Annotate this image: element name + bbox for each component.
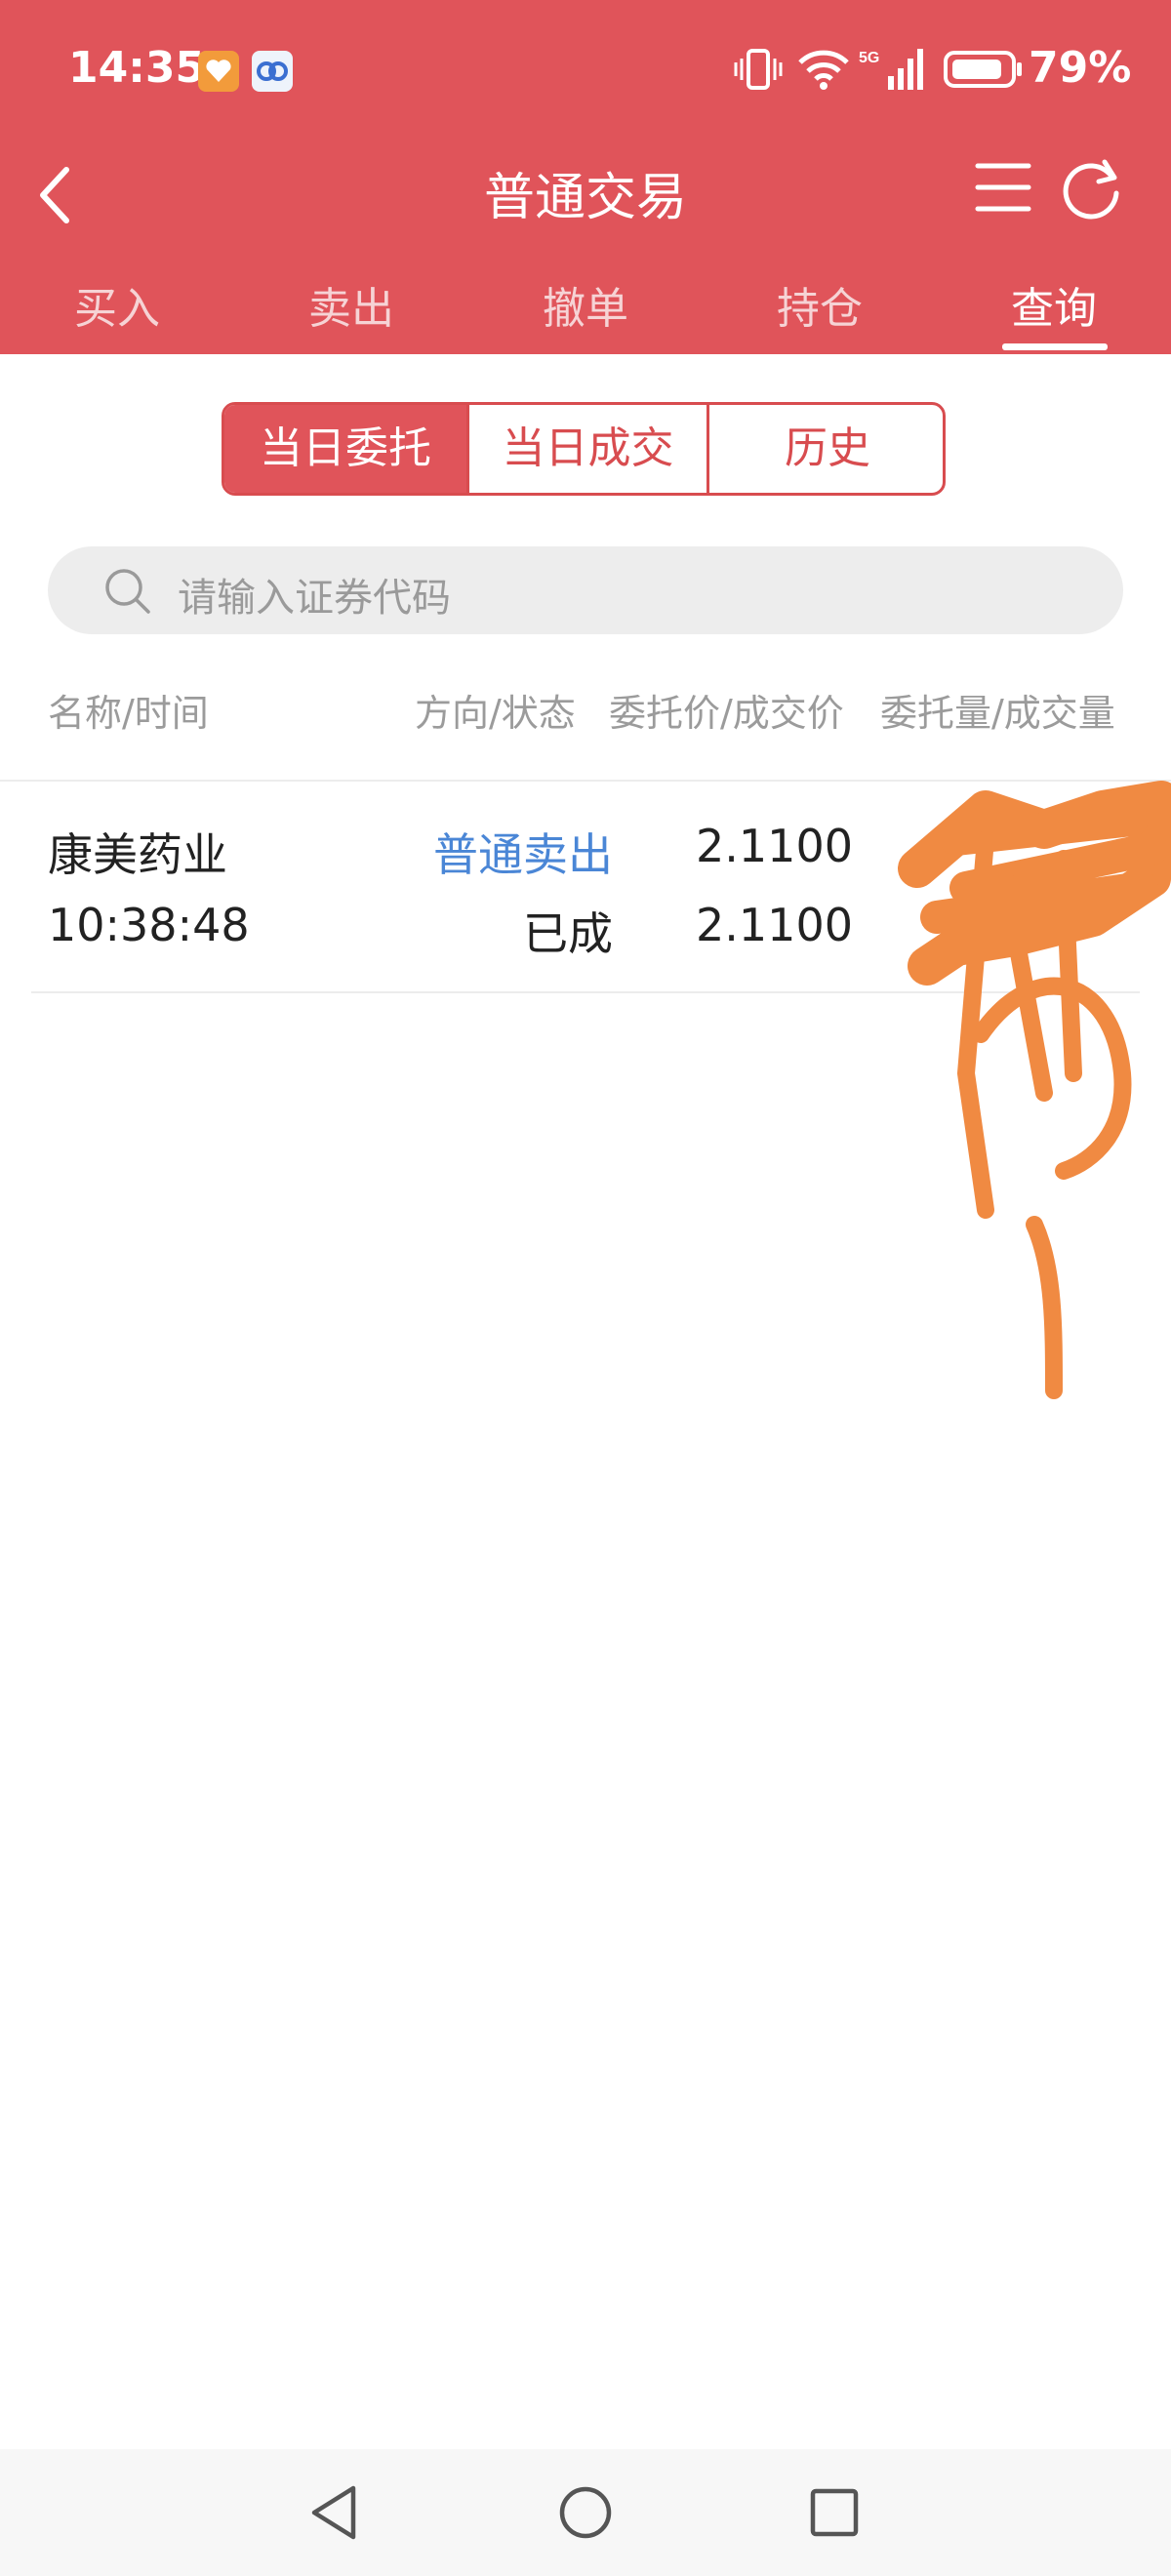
- column-header-name-time: 名称/时间: [48, 692, 209, 735]
- segment-today-deals[interactable]: 当日成交: [469, 405, 707, 493]
- column-header-direction-status: 方向/状态: [415, 692, 576, 735]
- svg-text:5G: 5G: [859, 50, 879, 66]
- menu-button[interactable]: [974, 158, 1032, 217]
- refresh-button[interactable]: [1060, 156, 1124, 221]
- search-placeholder: 请输入证券代码: [178, 576, 451, 621]
- battery-percent: 79%: [1029, 43, 1132, 93]
- tab-positions[interactable]: 持仓: [703, 273, 937, 336]
- search-icon: [105, 569, 150, 614]
- vibrate-icon: [734, 49, 783, 90]
- tab-query[interactable]: 查询: [937, 273, 1171, 336]
- home-circle-icon[interactable]: [551, 2478, 620, 2547]
- order-price: 2.1100: [696, 820, 853, 872]
- active-tab-indicator: [1002, 343, 1108, 350]
- column-header-quantity: 委托量/成交量: [880, 692, 1115, 735]
- tab-buy[interactable]: 买入: [0, 273, 234, 336]
- status-bar: 14:35 5G 79%: [0, 0, 1171, 146]
- system-navigation-bar: [0, 2449, 1171, 2576]
- recents-square-icon[interactable]: [800, 2478, 868, 2547]
- stock-name: 康美药业: [48, 828, 227, 881]
- order-time: 10:38:48: [48, 899, 250, 951]
- signal-icon: 5G: [859, 49, 923, 90]
- redaction-scribble: [898, 781, 1171, 1399]
- app-notification-icon: [198, 51, 239, 92]
- order-direction: 普通卖出: [433, 828, 613, 881]
- refresh-icon: [1063, 159, 1119, 220]
- wifi-icon: [798, 50, 849, 90]
- deal-price: 2.1100: [696, 899, 853, 951]
- tab-sell[interactable]: 卖出: [234, 273, 468, 336]
- column-header-price: 委托价/成交价: [609, 692, 844, 735]
- app-header: 14:35 5G 79% 普通交易 买入 卖出 撤单 持仓 查询: [0, 0, 1171, 354]
- status-time: 14:35: [68, 43, 206, 93]
- query-segmented-control: 当日委托 当日成交 历史: [222, 402, 946, 496]
- search-input[interactable]: 请输入证券代码: [48, 546, 1123, 634]
- app-notification-icon-2: [252, 51, 293, 92]
- segment-today-orders[interactable]: 当日委托: [224, 405, 466, 493]
- hamburger-menu-icon: [975, 163, 1031, 212]
- battery-icon: [944, 51, 1022, 88]
- back-triangle-icon[interactable]: [303, 2478, 371, 2547]
- tab-cancel-order[interactable]: 撤单: [468, 273, 703, 336]
- order-status: 已成: [523, 907, 613, 960]
- trade-tabs: 买入 卖出 撤单 持仓 查询: [0, 273, 1171, 354]
- segment-history[interactable]: 历史: [709, 405, 943, 493]
